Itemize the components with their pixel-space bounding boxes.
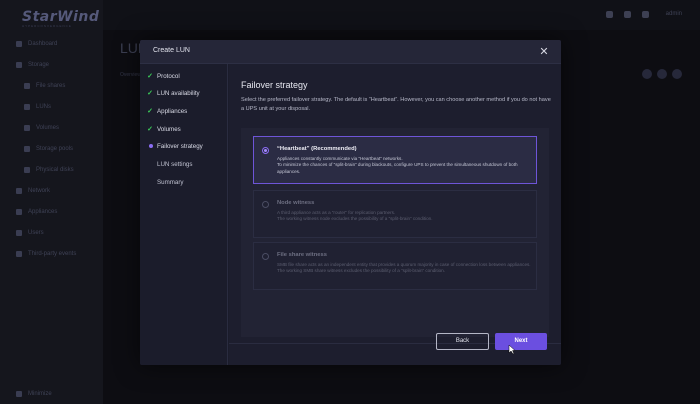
- refresh-icon[interactable]: [657, 69, 667, 79]
- sidebar-item-file-shares[interactable]: File shares: [24, 83, 65, 89]
- volume-icon: [24, 125, 30, 131]
- radio-icon[interactable]: [262, 201, 269, 208]
- collapse-icon: [16, 391, 22, 397]
- option-file-share-witness[interactable]: File share witness SMB file share acts a…: [253, 242, 537, 290]
- dialog-title: Create LUN: [153, 47, 190, 54]
- bell-icon[interactable]: [624, 11, 631, 18]
- appliance-icon: [16, 209, 22, 215]
- step-appliances[interactable]: ✓ Appliances: [147, 105, 187, 117]
- dashboard-icon: [16, 41, 22, 47]
- check-icon: ✓: [147, 108, 153, 115]
- logo-subtitle: HYPERCONVERGENCE: [22, 24, 72, 28]
- close-button[interactable]: ✕: [537, 45, 551, 59]
- step-protocol[interactable]: ✓ Protocol: [147, 70, 180, 82]
- gear-icon[interactable]: [642, 11, 649, 18]
- wizard-steps: ✓ Protocol ✓ LUN availability ✓ Appliances …: [140, 64, 228, 365]
- pool-icon: [24, 146, 30, 152]
- current-step-dot-icon: [147, 143, 153, 150]
- step-failover-strategy[interactable]: Failover strategy: [147, 140, 203, 152]
- option-title: Node witness: [277, 200, 315, 206]
- network-icon: [16, 188, 22, 194]
- sidebar-item-storage-pools[interactable]: Storage pools: [24, 146, 73, 152]
- radio-icon[interactable]: [262, 253, 269, 260]
- dialog-header: Create LUN ✕: [140, 40, 561, 64]
- grid-icon[interactable]: [606, 11, 613, 18]
- close-icon: ✕: [539, 46, 549, 58]
- page-subtitle: Overview: [120, 72, 141, 78]
- mouse-cursor-icon: [508, 344, 516, 355]
- lun-icon: [24, 104, 30, 110]
- next-button[interactable]: Next: [495, 333, 547, 350]
- folder-icon: [24, 83, 30, 89]
- sidebar-collapse[interactable]: Minimize: [16, 391, 52, 397]
- radio-selected-icon[interactable]: [262, 147, 269, 154]
- step-summary: Summary: [157, 178, 184, 186]
- option-description: SMB file share acts as an independent en…: [277, 262, 531, 274]
- sidebar-item-third-party-events[interactable]: Third-party events: [16, 251, 76, 257]
- users-icon: [16, 230, 22, 236]
- sidebar-item-users[interactable]: Users: [16, 230, 44, 236]
- option-description: Appliances constantly communicate via “H…: [277, 156, 518, 174]
- add-icon[interactable]: [672, 69, 682, 79]
- sidebar-item-luns[interactable]: LUNs: [24, 104, 51, 110]
- failover-options: “Heartbeat” (Recommended) Appliances con…: [241, 128, 549, 337]
- storage-icon: [16, 62, 22, 68]
- section-title: Failover strategy: [241, 80, 308, 90]
- sidebar-item-volumes[interactable]: Volumes: [24, 125, 59, 131]
- disk-icon: [24, 167, 30, 173]
- step-lun-availability[interactable]: ✓ LUN availability: [147, 87, 200, 99]
- top-bar: admin: [103, 0, 700, 30]
- search-icon[interactable]: [642, 69, 652, 79]
- sidebar-item-network[interactable]: Network: [16, 188, 50, 194]
- section-description: Select the preferred failover strategy. …: [241, 97, 551, 112]
- logo: StarWind: [22, 9, 100, 25]
- step-lun-settings: LUN settings: [157, 160, 193, 168]
- sidebar-item-storage[interactable]: Storage: [16, 62, 49, 68]
- check-icon: ✓: [147, 90, 153, 97]
- option-title: “Heartbeat” (Recommended): [277, 146, 357, 152]
- app-sidebar: StarWind HYPERCONVERGENCE Dashboard Stor…: [0, 0, 103, 404]
- check-icon: ✓: [147, 126, 153, 133]
- option-heartbeat[interactable]: “Heartbeat” (Recommended) Appliances con…: [253, 136, 537, 184]
- sidebar-item-dashboard[interactable]: Dashboard: [16, 41, 57, 47]
- option-title: File share witness: [277, 252, 327, 258]
- step-volumes[interactable]: ✓ Volumes: [147, 123, 181, 135]
- sidebar-item-appliances[interactable]: Appliances: [16, 209, 57, 215]
- check-icon: ✓: [147, 73, 153, 80]
- dialog-content: Failover strategy Select the preferred f…: [229, 64, 561, 365]
- events-icon: [16, 251, 22, 257]
- option-description: A third appliance acts as a “router” for…: [277, 210, 433, 222]
- sidebar-item-physical-disks[interactable]: Physical disks: [24, 167, 74, 173]
- create-lun-dialog: Create LUN ✕ ✓ Protocol ✓ LUN availability…: [140, 40, 561, 365]
- user-menu[interactable]: admin: [666, 11, 682, 17]
- option-node-witness[interactable]: Node witness A third appliance acts as a…: [253, 190, 537, 238]
- back-button[interactable]: Back: [436, 333, 489, 350]
